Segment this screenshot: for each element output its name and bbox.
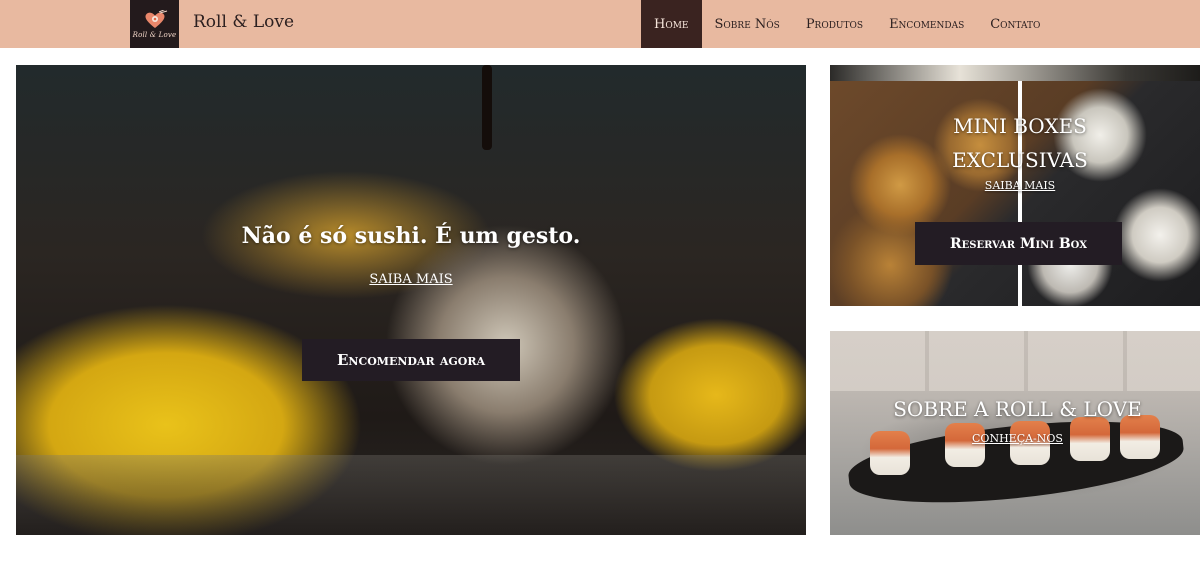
- hero-image-sauce-drizzle: [482, 65, 492, 150]
- about-learn-more-link[interactable]: CONHEÇA-NOS: [830, 432, 1200, 445]
- mini-boxes-title-line2: EXCLUSIVAS: [952, 148, 1088, 172]
- order-now-button[interactable]: Encomendar agora: [302, 339, 520, 381]
- heart-sushi-logo-icon: [145, 9, 167, 28]
- brand-name[interactable]: Roll & Love: [193, 12, 294, 32]
- mini-boxes-card: MINI BOXES EXCLUSIVAS SAIBA MAIS Reserva…: [830, 65, 1200, 306]
- about-title: SOBRE A ROLL & LOVE: [893, 397, 1142, 421]
- main-nav: Home Sobre Nós Produtos Encomendas Conta…: [641, 0, 1053, 48]
- mini-boxes-image-top-strip: [830, 65, 1200, 81]
- about-card: SOBRE A ROLL & LOVE CONHEÇA-NOS: [830, 331, 1200, 535]
- mini-boxes-learn-more-link[interactable]: SAIBA MAIS: [830, 179, 1200, 192]
- reserve-mini-box-button[interactable]: Reservar Mini Box: [915, 222, 1122, 265]
- mini-boxes-title: MINI BOXES EXCLUSIVAS: [830, 109, 1200, 177]
- hero-learn-more-link[interactable]: SAIBA MAIS: [16, 272, 806, 287]
- nav-item-home[interactable]: Home: [641, 0, 702, 48]
- logo[interactable]: Roll & Love: [130, 0, 179, 48]
- mini-boxes-title-line1: MINI BOXES: [953, 114, 1087, 138]
- nav-item-produtos[interactable]: Produtos: [793, 0, 876, 48]
- nav-item-contato[interactable]: Contato: [977, 0, 1053, 48]
- site-header: Roll & Love Roll & Love Home Sobre Nós P…: [0, 0, 1200, 48]
- hero-image-plate: [16, 455, 806, 535]
- about-image-wall: [830, 331, 1200, 391]
- nav-item-sobre-nos[interactable]: Sobre Nós: [702, 0, 793, 48]
- logo-text: Roll & Love: [132, 30, 177, 39]
- hero-title: Não é só sushi. É um gesto.: [241, 223, 581, 249]
- nav-item-encomendas[interactable]: Encomendas: [876, 0, 977, 48]
- about-image-sushi: [945, 423, 985, 467]
- hero-banner: Não é só sushi. É um gesto. SAIBA MAIS E…: [16, 65, 806, 535]
